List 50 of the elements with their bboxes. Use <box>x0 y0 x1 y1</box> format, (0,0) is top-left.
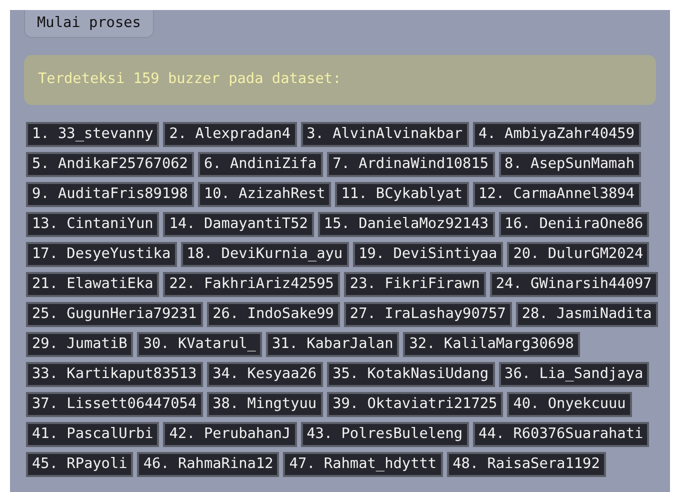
username-tag: 28. JasmiNadita <box>516 302 658 327</box>
username-tag: 37. Lissett06447054 <box>26 392 203 417</box>
username-tag: 19. DeviSintiyaa <box>352 242 504 267</box>
username-tag: 7. ArdinaWind10815 <box>326 152 495 177</box>
username-tag: 38. Mingtyuu <box>206 392 323 417</box>
username-tag: 39. Oktaviatri21725 <box>326 392 504 417</box>
start-button[interactable]: Mulai proses <box>24 10 154 38</box>
username-tag: 25. GugunHeria79231 <box>26 302 203 327</box>
username-tag: 24. GWinarsih44097 <box>490 272 658 297</box>
username-tag: 15. DanielaMoz92143 <box>318 212 495 237</box>
username-tag: 33. Kartikaput83513 <box>26 362 203 387</box>
username-tag: 10. AzizahRest <box>198 182 332 207</box>
username-tag: 20. DulurGM2024 <box>507 242 650 267</box>
username-tag: 41. PascalUrbi <box>26 422 160 447</box>
username-tag: 35. KotakNasiUdang <box>326 362 495 387</box>
username-tag: 3. AlvinAlvinakbar <box>300 122 469 147</box>
username-tag: 14. DamayantiT52 <box>163 212 314 237</box>
username-tag: 1. 33_stevanny <box>26 122 160 147</box>
username-tag: 2. Alexpradan4 <box>163 122 297 147</box>
username-tag: 42. PerubahanJ <box>163 422 297 447</box>
username-tag: 46. RahmaRina12 <box>137 452 280 477</box>
username-tag: 21. ElawatiEka <box>26 272 160 297</box>
username-tag: 34. Kesyaa26 <box>206 362 323 387</box>
username-tag: 11. BCykablyat <box>335 182 469 207</box>
username-tag: 18. DeviKurnia_ayu <box>180 242 349 267</box>
username-tag: 17. DesyeYustika <box>26 242 177 267</box>
username-tag: 44. R60376Suarahati <box>472 422 650 447</box>
username-tag: 26. IndoSake99 <box>206 302 340 327</box>
username-tag: 9. AuditaFris89198 <box>26 182 194 207</box>
username-tag: 48. RaisaSera1192 <box>446 452 606 477</box>
username-tag: 29. JumatiB <box>26 332 134 357</box>
username-tag: 12. CarmaAnnel3894 <box>472 182 640 207</box>
username-tag: 8. AsepSunMamah <box>498 152 641 177</box>
username-tag: 23. FikriFirawn <box>344 272 486 297</box>
username-tag: 22. FakhriAriz42595 <box>163 272 340 297</box>
username-tag: 16. DeniiraOne86 <box>498 212 650 237</box>
username-tag: 5. AndikaF25767062 <box>26 152 194 177</box>
username-tag: 13. CintaniYun <box>26 212 160 237</box>
username-tag: 43. PolresBuleleng <box>300 422 469 447</box>
username-tag: 40. Onyekcuuu <box>507 392 632 417</box>
username-tag: 30. KVatarul_ <box>137 332 262 357</box>
username-tag: 47. Rahmat_hdyttt <box>283 452 443 477</box>
username-tag: 45. RPayoli <box>26 452 134 477</box>
username-tag: 27. IraLashay90757 <box>344 302 512 327</box>
username-tag: 32. KalilaMarg30698 <box>403 332 580 357</box>
username-tag: 4. AmbiyaZahr40459 <box>472 122 640 147</box>
username-tag: 36. Lia_Sandjaya <box>498 362 650 387</box>
alert-text: Terdeteksi 159 buzzer pada dataset: <box>38 70 342 90</box>
username-tag: 31. KabarJalan <box>266 332 400 357</box>
username-tag: 6. AndiniZifa <box>198 152 323 177</box>
